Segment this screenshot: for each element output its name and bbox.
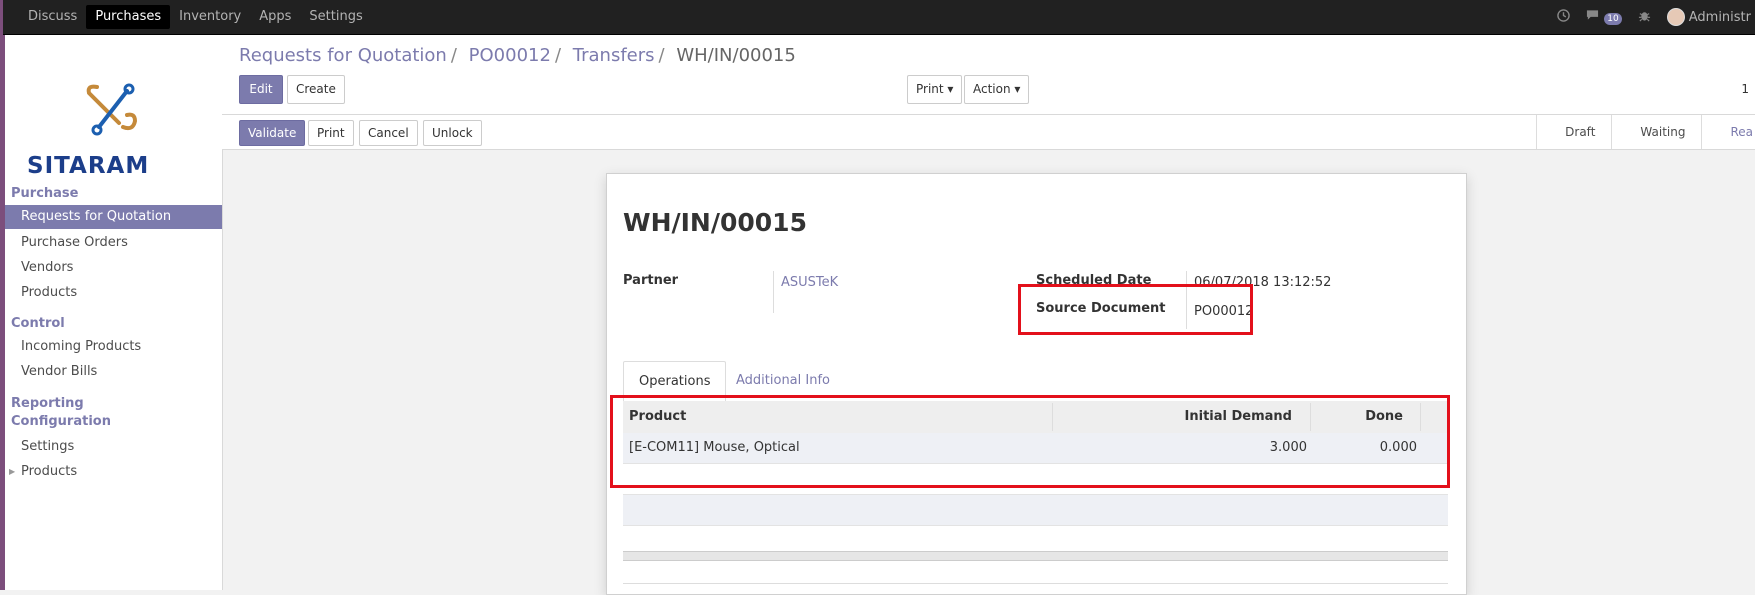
- company-logo-text: SITARAM: [27, 153, 150, 179]
- sidebar-item-rfq[interactable]: Requests for Quotation: [5, 205, 222, 229]
- breadcrumb-separator: /: [554, 45, 562, 66]
- breadcrumb-po[interactable]: PO00012: [469, 45, 551, 66]
- sidebar-item-settings[interactable]: Settings: [5, 435, 222, 459]
- section-purchase: Purchase: [11, 186, 79, 201]
- company-logo: [25, 75, 200, 147]
- state-draft[interactable]: Draft: [1536, 115, 1611, 149]
- breadcrumb-rfq[interactable]: Requests for Quotation: [239, 45, 447, 66]
- partner-label: Partner: [623, 273, 679, 288]
- print-dropdown[interactable]: Print ▾: [907, 75, 963, 104]
- caret-right-icon: ▶: [9, 467, 16, 476]
- breadcrumb-transfers[interactable]: Transfers: [573, 45, 655, 66]
- user-menu[interactable]: Administr: [1666, 8, 1751, 26]
- messages-button[interactable]: 10: [1586, 9, 1622, 25]
- page-title: WH/IN/00015: [623, 208, 807, 237]
- menu-purchases[interactable]: Purchases: [86, 5, 171, 29]
- app-menu: Discuss Purchases Inventory Apps Setting…: [19, 0, 372, 34]
- avatar: [1666, 8, 1685, 26]
- chat-icon: [1586, 10, 1603, 25]
- table-footer: [623, 551, 1448, 561]
- system-tray: 10 Administr: [1557, 0, 1755, 34]
- sidebar: SITARAM Purchase Requests for Quotation …: [5, 35, 223, 590]
- validate-button[interactable]: Validate: [239, 120, 306, 146]
- edit-button[interactable]: Edit: [239, 75, 283, 104]
- unlock-button[interactable]: Unlock: [423, 120, 482, 146]
- control-panel: Requests for Quotation / PO00012/ Transfe…: [222, 35, 1755, 115]
- state-ready[interactable]: Rea: [1701, 115, 1755, 149]
- section-configuration: Configuration: [11, 414, 111, 429]
- breadcrumb: Requests for Quotation / PO00012/ Transfe…: [239, 45, 796, 66]
- section-control: Control: [11, 316, 65, 331]
- pager[interactable]: 1: [1741, 82, 1749, 96]
- message-count-badge: 10: [1604, 13, 1622, 25]
- sidebar-item-config-products[interactable]: ▶ Products: [5, 460, 222, 484]
- section-reporting[interactable]: Reporting: [11, 396, 84, 411]
- divider: [773, 271, 774, 313]
- state-pipeline: Draft Waiting Rea: [1536, 115, 1755, 149]
- breadcrumb-separator: /: [658, 45, 665, 66]
- sidebar-item-purchase-orders[interactable]: Purchase Orders: [5, 231, 222, 255]
- bug-icon[interactable]: [1638, 9, 1651, 26]
- sidebar-item-products[interactable]: Products: [5, 281, 222, 305]
- breadcrumb-separator: /: [450, 45, 457, 66]
- top-navbar: Discuss Purchases Inventory Apps Setting…: [3, 0, 1755, 35]
- create-button[interactable]: Create: [287, 75, 345, 104]
- sidebar-item-incoming-products[interactable]: Incoming Products: [5, 335, 222, 359]
- breadcrumb-current: WH/IN/00015: [676, 45, 796, 66]
- menu-settings[interactable]: Settings: [300, 5, 371, 29]
- state-waiting[interactable]: Waiting: [1611, 115, 1701, 149]
- sidebar-item-label: Products: [21, 464, 78, 479]
- menu-discuss[interactable]: Discuss: [19, 5, 86, 29]
- action-dropdown[interactable]: Action ▾: [964, 75, 1030, 104]
- partner-value[interactable]: ASUSTeK: [781, 275, 838, 290]
- print-button[interactable]: Print: [308, 120, 354, 146]
- form-sheet: WH/IN/00015 Partner ASUSTeK Scheduled Da…: [606, 173, 1467, 595]
- cancel-button[interactable]: Cancel: [359, 120, 418, 146]
- menu-apps[interactable]: Apps: [250, 5, 300, 29]
- user-name: Administr: [1688, 9, 1751, 25]
- sidebar-item-vendors[interactable]: Vendors: [5, 256, 222, 280]
- menu-inventory[interactable]: Inventory: [170, 5, 250, 29]
- divider: [623, 583, 1448, 584]
- table-row-empty: [623, 495, 1448, 526]
- highlight-source-document: [1018, 284, 1253, 335]
- clock-icon[interactable]: [1557, 8, 1570, 26]
- statusbar: Validate Print Cancel Unlock Draft Waiti…: [222, 115, 1755, 150]
- sidebar-item-vendor-bills[interactable]: Vendor Bills: [5, 360, 222, 384]
- highlight-operations-table: [610, 395, 1450, 488]
